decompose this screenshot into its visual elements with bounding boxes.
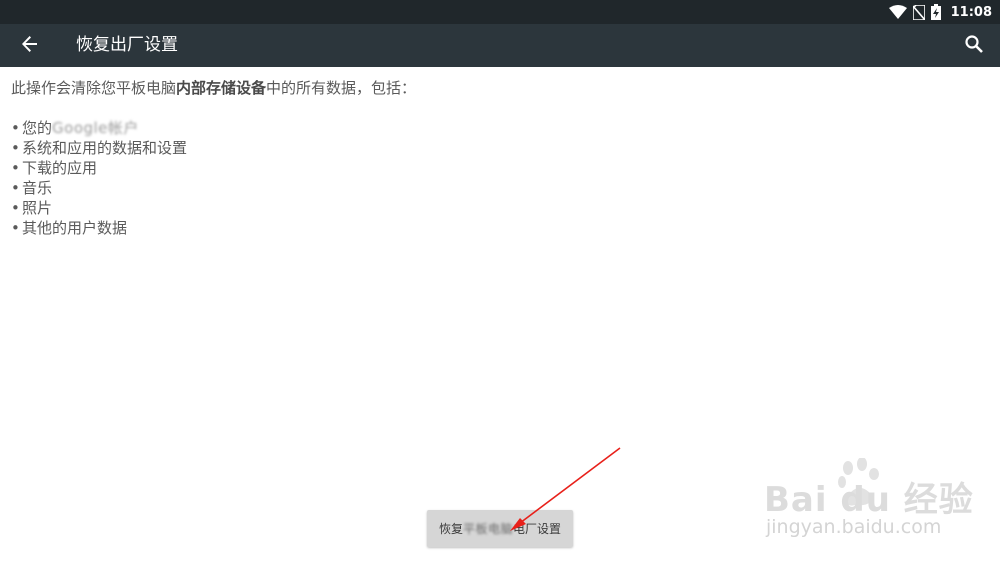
search-button[interactable] [958,30,990,62]
list-item: • 照片 [11,199,53,217]
list-item: • 音乐 [11,179,53,197]
search-icon [964,34,984,58]
intro-text-bold: 内部存储设备 [176,79,267,97]
data-list: • 您的Google帐户 • 系统和应用的数据和设置 • 下载的应用 • 音乐 • 照片 … [11,118,980,238]
status-icons: 11:08 [888,0,992,24]
list-item: • 下载的应用 [11,159,98,177]
list-item: • 系统和应用的数据和设置 [11,139,188,157]
watermark-url: jingyan.baidu.com [766,516,942,538]
no-sim-icon [912,4,925,20]
toolbar: 恢复出厂设置 [0,24,1000,67]
intro-text-start: 此操作会清除您平板电脑 [11,79,177,97]
intro-text-end: 中的所有数据，包括： [266,79,417,97]
back-button[interactable] [14,30,46,62]
blurred-account: Google帐户 [52,119,139,137]
reset-description: 此操作会清除您平板电脑内部存储设备中的所有数据，包括： • 您的Google帐户 … [11,78,980,238]
page-title: 恢复出厂设置 [76,35,178,55]
status-time: 11:08 [950,4,992,20]
annotation-arrow-icon [510,447,621,531]
status-bar: 11:08 [0,0,1000,24]
watermark-brand: Bai du 经验 [764,480,974,520]
wifi-icon [888,5,907,19]
battery-charging-icon [930,4,941,20]
intro-text: 此操作会清除您平板电脑内部存储设备中的所有数据，包括： [11,78,980,98]
list-item: • 您的Google帐户 [11,119,139,137]
baidu-watermark: Bai du 经验 jingyan.baidu.com [764,458,984,548]
arrow-back-icon [21,35,39,57]
reset-button-label-start: 恢复 [438,522,463,536]
list-item: • 其他的用户数据 [11,219,128,237]
